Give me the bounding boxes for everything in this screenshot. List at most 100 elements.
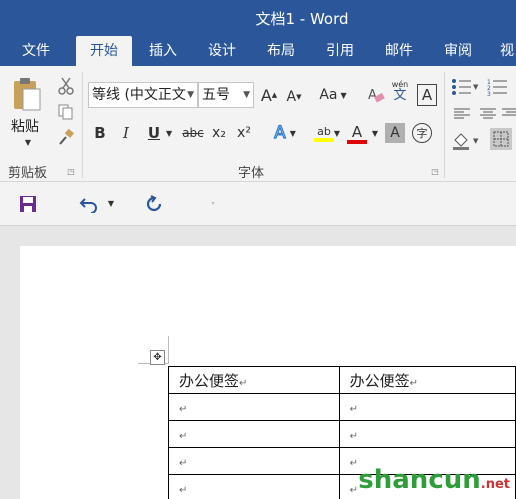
group-separator xyxy=(82,72,83,178)
group-separator xyxy=(444,72,445,178)
align-right-icon[interactable] xyxy=(502,106,516,122)
clipboard-group-label: 剪贴板 xyxy=(8,166,48,181)
tab-insert[interactable]: 插入 xyxy=(136,36,190,66)
font-size-value: 五号 xyxy=(202,87,230,103)
font-name-value: 等线 (中文正文 xyxy=(92,87,186,103)
tab-view[interactable]: 视 xyxy=(492,36,516,66)
table-row: 办公便签↵ 办公便签↵ xyxy=(168,366,516,394)
tab-review[interactable]: 审阅 xyxy=(431,36,485,66)
table-cell[interactable]: ↵ xyxy=(168,393,340,421)
highlight-dropdown-icon[interactable]: ▼ xyxy=(332,128,342,138)
watermark-logo: shancun.net xyxy=(358,465,510,495)
cell-text: 办公便签 xyxy=(179,371,240,390)
format-painter-icon[interactable] xyxy=(56,128,76,148)
subscript-button[interactable]: x₂ xyxy=(208,122,230,144)
table-cell[interactable]: ↵ xyxy=(338,393,516,421)
font-color-dropdown-icon[interactable]: ▼ xyxy=(370,128,380,138)
shrink-font-button[interactable]: A ▼ xyxy=(284,86,304,108)
tab-references[interactable]: 引用 xyxy=(313,36,367,66)
paragraph-mark: ↵ xyxy=(179,458,188,469)
text-effects-icon: A xyxy=(274,122,287,143)
paragraph-mark: ↵ xyxy=(179,404,188,415)
underline-button[interactable]: U ▼ xyxy=(142,122,178,144)
paragraph-mark: ↵ xyxy=(179,485,188,496)
font-color-button[interactable]: A xyxy=(345,122,369,146)
character-shading-icon: A xyxy=(390,125,400,141)
change-case-button[interactable]: Aa ▼ xyxy=(315,84,351,106)
undo-dropdown-icon[interactable]: ▼ xyxy=(106,198,116,208)
character-shading-button[interactable]: A xyxy=(385,123,405,143)
paragraph-mark: ↵ xyxy=(349,431,358,442)
watermark-suffix: .net xyxy=(480,477,510,492)
font-group-label: 字体 xyxy=(238,166,265,181)
align-center-icon[interactable] xyxy=(478,106,498,122)
undo-icon[interactable] xyxy=(78,194,100,214)
table-cell[interactable]: 办公便签↵ xyxy=(338,366,516,394)
paragraph-mark: ↵ xyxy=(349,458,358,469)
ribbon: 粘贴 ▼ 剪贴板 ◳ 等线 (中文正文 ▼ 五号 ▼ A ▲ A ▼ Aa ▼ A w… xyxy=(0,66,516,182)
change-case-icon: Aa xyxy=(319,87,338,103)
save-icon[interactable] xyxy=(18,194,38,214)
grow-font-button[interactable]: A ▲ xyxy=(259,84,279,106)
svg-text:3: 3 xyxy=(487,91,491,96)
enclose-characters-button[interactable]: 字 xyxy=(412,123,432,143)
ribbon-tabs: 文件 开始 插入 设计 布局 引用 邮件 审阅 视 xyxy=(0,36,516,66)
tab-layout[interactable]: 布局 xyxy=(254,36,308,66)
redo-icon[interactable] xyxy=(144,194,164,214)
paragraph-mark: ↵ xyxy=(349,485,358,496)
grow-font-icon: A xyxy=(260,85,272,105)
bold-button[interactable]: B xyxy=(90,122,110,144)
align-left-icon[interactable] xyxy=(452,106,472,122)
superscript-button[interactable]: x² xyxy=(233,122,255,144)
tab-design[interactable]: 设计 xyxy=(195,36,249,66)
cell-text: 办公便签 xyxy=(349,371,410,390)
quick-access-toolbar: ▼ ▾ xyxy=(0,182,516,226)
strikethrough-button[interactable]: abc xyxy=(180,122,206,144)
character-border-button[interactable]: A xyxy=(417,84,437,106)
bullets-button[interactable]: ▼ xyxy=(450,76,480,98)
highlighter-icon: ab xyxy=(317,125,331,138)
font-name-select[interactable]: 等线 (中文正文 ▼ xyxy=(88,82,198,108)
title-bar: 文档1 - Word xyxy=(0,0,516,36)
tab-home[interactable]: 开始 xyxy=(76,36,132,66)
shading-button[interactable]: ▼ xyxy=(450,128,486,152)
table-cell[interactable]: ↵ xyxy=(168,420,340,448)
clear-formatting-button[interactable]: A xyxy=(366,84,386,106)
table-cell[interactable]: ↵ xyxy=(338,420,516,448)
customize-toolbar-icon[interactable]: ▾ xyxy=(208,198,218,208)
cut-icon[interactable] xyxy=(56,76,76,96)
font-launcher-icon[interactable]: ◳ xyxy=(430,166,440,176)
table-move-handle-icon[interactable]: ✥ xyxy=(150,350,165,365)
table-row: ↵ ↵ xyxy=(168,420,516,448)
table-cell[interactable]: ↵ xyxy=(168,474,340,499)
paragraph-mark: ↵ xyxy=(179,431,188,442)
italic-button[interactable]: I xyxy=(116,122,136,144)
svg-text:▼: ▼ xyxy=(473,83,479,91)
paste-icon[interactable] xyxy=(10,74,44,114)
font-color-icon: A xyxy=(351,122,363,141)
copy-icon[interactable] xyxy=(56,102,76,122)
paragraph-mark: ↵ xyxy=(239,377,248,389)
tab-mailings[interactable]: 邮件 xyxy=(372,36,426,66)
borders-button[interactable] xyxy=(490,128,512,150)
window-title: 文档1 - Word xyxy=(255,10,349,28)
watermark-text: shancun xyxy=(358,465,481,495)
text-effects-button[interactable]: A ▼ xyxy=(268,122,302,144)
paragraph-mark: ↵ xyxy=(349,404,358,415)
numbering-button[interactable]: 123 xyxy=(486,76,510,98)
chevron-down-icon: ▼ xyxy=(187,90,194,100)
phonetic-guide-char: 文 xyxy=(393,88,407,103)
svg-text:▼: ▼ xyxy=(473,137,479,145)
font-color-swatch xyxy=(347,139,367,144)
phonetic-guide-button[interactable]: wén 文 xyxy=(390,80,410,108)
font-size-select[interactable]: 五号 ▼ xyxy=(198,82,254,108)
table-cell[interactable]: ↵ xyxy=(168,447,340,475)
paragraph-mark: ↵ xyxy=(409,377,418,389)
margin-guide xyxy=(168,336,169,364)
table-cell[interactable]: 办公便签↵ xyxy=(168,366,340,394)
clipboard-launcher-icon[interactable]: ◳ xyxy=(66,166,76,176)
paste-dropdown-icon[interactable]: ▼ xyxy=(22,136,34,148)
tab-file[interactable]: 文件 xyxy=(8,36,64,66)
paste-label[interactable]: 粘贴 xyxy=(11,116,39,136)
table-row: ↵ ↵ xyxy=(168,393,516,421)
